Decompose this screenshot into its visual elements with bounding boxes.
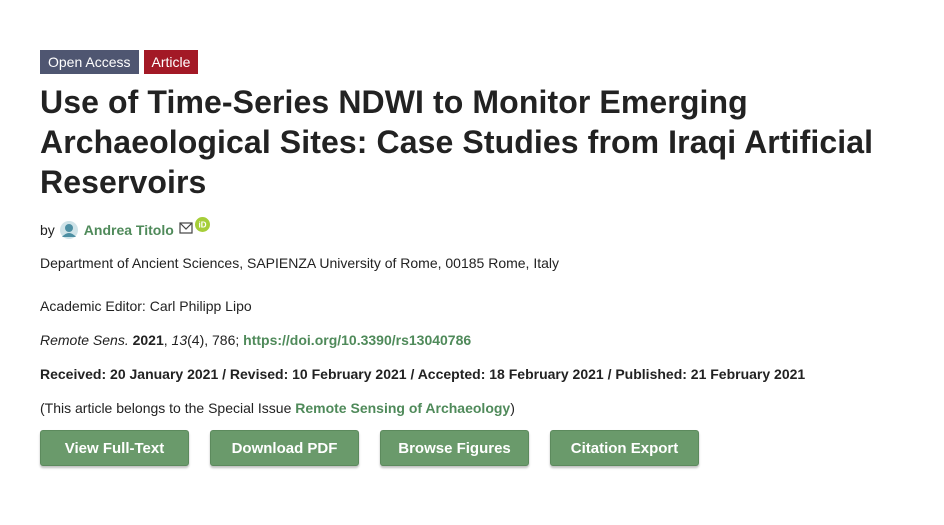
citation-issue-pages: (4), 786; (187, 332, 240, 348)
svg-text:iD: iD (198, 220, 206, 229)
affiliation: Department of Ancient Sciences, SAPIENZA… (40, 255, 560, 271)
special-issue-line: (This article belongs to the Special Iss… (40, 400, 920, 416)
badges: Open Access Article (40, 50, 920, 74)
author-avatar-icon[interactable] (59, 220, 79, 240)
by-label: by (40, 222, 55, 238)
article-header: Open Access Article Use of Time-Series N… (40, 50, 920, 466)
download-pdf-button[interactable]: Download PDF (210, 430, 359, 466)
citation-year: 2021 (132, 332, 164, 348)
open-access-badge[interactable]: Open Access (40, 50, 139, 74)
doi-link[interactable]: https://doi.org/10.3390/rs13040786 (243, 332, 471, 348)
citation-line: Remote Sens. 2021, 13(4), 786; https://d… (40, 332, 472, 348)
author-name-link[interactable]: Andrea Titolo (84, 222, 174, 238)
special-issue-suffix: ) (510, 400, 515, 416)
action-buttons: View Full-Text Download PDF Browse Figur… (40, 430, 920, 466)
citation-volume: 13 (171, 332, 188, 348)
mail-icon[interactable] (179, 221, 193, 234)
special-issue-link[interactable]: Remote Sensing of Archaeology (295, 400, 510, 416)
journal-name: Remote Sens. (40, 332, 129, 348)
publication-dates: Received: 20 January 2021 / Revised: 10 … (40, 366, 806, 382)
view-full-text-button[interactable]: View Full-Text (40, 430, 189, 466)
special-issue-prefix: (This article belongs to the Special Iss… (40, 400, 296, 416)
orcid-icon[interactable]: iD (194, 216, 210, 232)
citation-export-button[interactable]: Citation Export (550, 430, 699, 466)
article-title: Use of Time-Series NDWI to Monitor Emerg… (40, 84, 874, 200)
article-type-badge: Article (143, 50, 199, 74)
academic-editor: Academic Editor: Carl Philipp Lipo (40, 298, 252, 314)
browse-figures-button[interactable]: Browse Figures (380, 430, 529, 466)
author-line: by Andrea Titolo iD (40, 216, 920, 241)
